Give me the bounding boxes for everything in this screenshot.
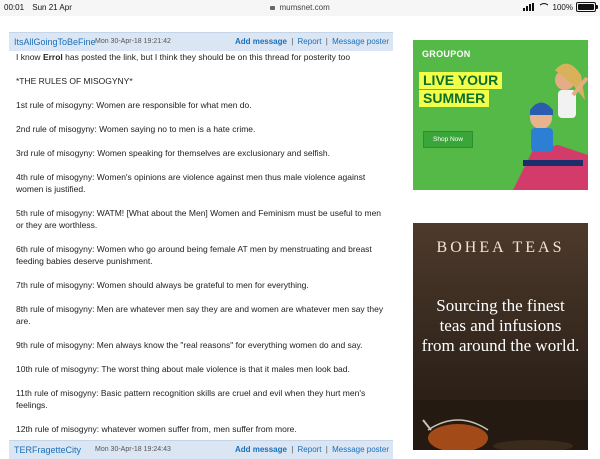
post-header: ItsAllGoingToBeFine Mon 30-Apr-18 19:21:…	[9, 32, 393, 51]
groupon-ad[interactable]: GROUPON LIVE YOUR SUMMER Shop Now	[413, 40, 588, 190]
url-text: mumsnet.com	[279, 3, 330, 12]
intro-text: has posted the link, but I think they sh…	[62, 52, 351, 62]
battery-icon	[576, 2, 598, 12]
post-date: Mon 30-Apr-18 19:21:42	[95, 38, 171, 45]
rule-item: 5th rule of misogyny: WATM! [What about …	[16, 208, 382, 230]
post-author[interactable]: ItsAllGoingToBeFine	[14, 37, 96, 47]
post-author[interactable]: TERFragetteCity	[14, 445, 81, 455]
lock-icon	[270, 6, 276, 10]
signal-icon	[522, 3, 535, 11]
bohea-logo: BOHEA TEAS	[436, 239, 565, 256]
ad-headline: SUMMER	[419, 90, 490, 107]
rule-item: 4th rule of misogyny: Women's opinions a…	[16, 172, 366, 194]
rule-item: 9th rule of misogyny: Men always know th…	[16, 340, 363, 350]
rule-item: 3rd rule of misogyny: Women speaking for…	[16, 148, 331, 158]
post-actions: Add message | Report | Message poster	[235, 37, 389, 46]
intro-text: I know	[16, 52, 43, 62]
address-bar[interactable]: mumsnet.com	[0, 3, 600, 12]
separator: |	[325, 37, 328, 46]
ad-photo-image	[503, 40, 588, 190]
ad-headline: LIVE YOUR	[419, 72, 503, 89]
battery-percent: 100%	[552, 2, 573, 12]
separator: |	[291, 37, 294, 46]
shop-now-button[interactable]: Shop Now	[423, 131, 473, 148]
post-heading: *THE RULES OF MISOGYNY*	[16, 76, 133, 86]
rule-item: 12th rule of misogyny: whatever women su…	[16, 424, 297, 434]
groupon-logo: GROUPON	[422, 49, 471, 59]
status-icons: 100%	[522, 2, 598, 12]
rule-item: 8th rule of misogyny: Men are whatever m…	[16, 304, 384, 326]
wifi-icon	[537, 2, 550, 12]
add-message-link[interactable]: Add message	[235, 37, 287, 46]
status-bar: 00:01 Sun 21 Apr mumsnet.com 100%	[0, 0, 600, 16]
message-poster-link[interactable]: Message poster	[332, 37, 389, 46]
rule-item: 2nd rule of misogyny: Women saying no to…	[16, 124, 256, 134]
post-body: I know Errol has posted the link, but I …	[16, 51, 386, 447]
ad-text: Sourcing the finest teas and infusions f…	[421, 296, 580, 355]
rule-item: 7th rule of misogyny: Women should alway…	[16, 280, 309, 290]
teapot-image	[413, 400, 588, 450]
rule-item: 10th rule of misogyny: The worst thing a…	[16, 364, 350, 374]
bohea-teas-ad[interactable]: BOHEA TEAS Sourcing the finest teas and …	[413, 223, 588, 450]
post-intro: I know Errol has posted the link, but I …	[16, 51, 386, 63]
rule-item: 11th rule of misogyny: Basic pattern rec…	[16, 388, 366, 410]
rule-item: 1st rule of misogyny: Women are responsi…	[16, 100, 252, 110]
rule-item: 6th rule of misogyny: Women who go aroun…	[16, 244, 372, 266]
mentioned-user: Errol	[42, 52, 63, 62]
report-link[interactable]: Report	[298, 37, 322, 46]
